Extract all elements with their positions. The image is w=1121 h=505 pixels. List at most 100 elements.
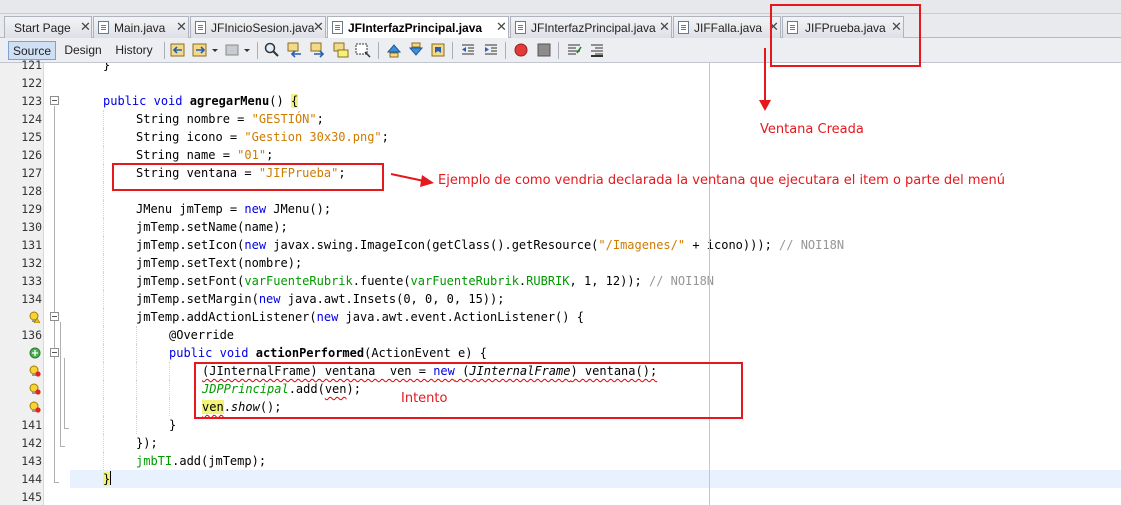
line-number: 127	[21, 166, 42, 180]
find-previous-icon[interactable]	[287, 42, 303, 58]
line-number: 144	[21, 472, 42, 486]
line-number: 141	[21, 418, 42, 432]
error-bulb-icon[interactable]	[29, 401, 41, 413]
tab-start-page[interactable]: Start Page ✕	[4, 16, 92, 38]
line-number: 125	[21, 130, 42, 144]
error-bulb-icon[interactable]	[29, 365, 41, 377]
chevron-down-icon[interactable]	[242, 42, 252, 58]
fold-column	[44, 63, 70, 505]
annotation-box-intento	[194, 362, 743, 419]
code-line-current: }	[70, 470, 1121, 488]
history-tab[interactable]: History	[110, 41, 158, 60]
tab-jfinterfazprincipal[interactable]: JFInterfazPrincipal.java ✕	[510, 16, 672, 38]
tab-jfiniciosesion[interactable]: JFInicioSesion.java ✕	[190, 16, 326, 38]
fold-toggle-icon[interactable]	[50, 96, 59, 105]
java-file-icon	[332, 21, 343, 34]
annotation-ventana-creada: Ventana Creada	[760, 122, 864, 137]
tab-label: Main.java	[114, 21, 166, 35]
code-line: jmTemp.addActionListener(new java.awt.ev…	[70, 308, 1121, 326]
code-line: jmTemp.setText(nombre);	[70, 254, 1121, 272]
fold-toggle-icon[interactable]	[50, 312, 59, 321]
java-file-icon	[678, 21, 689, 34]
toggle-bookmark-icon[interactable]	[430, 42, 446, 58]
toolbar-separator	[558, 42, 559, 59]
line-number: 129	[21, 202, 42, 216]
override-icon[interactable]	[29, 347, 41, 359]
find-selection-icon[interactable]	[264, 42, 280, 58]
code-line: public void actionPerformed(ActionEvent …	[70, 344, 1121, 362]
code-line: jmTemp.setFont(varFuenteRubrik.fuente(va…	[70, 272, 1121, 290]
toolbar-separator	[257, 42, 258, 59]
code-line: jmbTI.add(jmTemp);	[70, 452, 1121, 470]
shift-right-icon[interactable]	[483, 42, 499, 58]
line-number: 134	[21, 292, 42, 306]
toggle-rectangular-selection-icon[interactable]	[355, 42, 371, 58]
uncomment-icon[interactable]	[589, 42, 605, 58]
line-number: 131	[21, 238, 42, 252]
design-tab[interactable]: Design	[60, 41, 106, 60]
code-line: public void agregarMenu() {	[103, 94, 299, 108]
code-line: String nombre = "GESTIÓN";	[70, 110, 1121, 128]
code-line: String icono = "Gestion 30x30.png";	[70, 128, 1121, 146]
line-number: 128	[21, 184, 42, 198]
close-icon[interactable]: ✕	[313, 19, 324, 35]
find-next-icon[interactable]	[310, 42, 326, 58]
line-number: 132	[21, 256, 42, 270]
fold-line	[54, 106, 55, 482]
tab-jiffalla[interactable]: JIFFalla.java ✕	[673, 16, 781, 38]
close-icon[interactable]: ✕	[496, 19, 507, 35]
toolbar-separator	[452, 42, 453, 59]
fold-line	[64, 358, 65, 428]
close-icon[interactable]: ✕	[176, 19, 187, 35]
annotation-box-tab	[770, 4, 921, 67]
warning-bulb-icon[interactable]	[29, 311, 41, 323]
toolbar-separator	[164, 42, 165, 59]
code-line: jmTemp.setName(name);	[70, 218, 1121, 236]
java-file-icon	[98, 21, 109, 34]
code-line: });	[70, 434, 1121, 452]
main-toolbar-strip	[0, 0, 1121, 14]
shift-left-icon[interactable]	[460, 42, 476, 58]
tab-jfinterfazprincipal-active[interactable]: JFInterfazPrincipal.java ✕	[327, 16, 509, 39]
tab-label: JFInterfazPrincipal.java	[348, 21, 483, 35]
chevron-down-icon[interactable]	[210, 42, 220, 58]
editor-toolbar: Source Design History	[0, 38, 1121, 63]
tab-label: Start Page	[14, 21, 71, 35]
tab-main-java[interactable]: Main.java ✕	[93, 16, 189, 38]
start-macro-icon[interactable]	[513, 42, 529, 58]
comment-icon[interactable]	[566, 42, 582, 58]
fold-line	[60, 446, 65, 447]
line-number: 124	[21, 112, 42, 126]
annotation-intento: Intento	[401, 391, 448, 406]
code-line: JMenu jmTemp = new JMenu();	[70, 200, 1121, 218]
line-number: 136	[21, 328, 42, 342]
fold-line	[54, 482, 59, 483]
last-edit-icon[interactable]	[224, 42, 240, 58]
close-icon[interactable]: ✕	[80, 19, 91, 35]
error-bulb-icon[interactable]	[29, 383, 41, 395]
annotation-box-ventana	[112, 163, 384, 191]
line-number: 142	[21, 436, 42, 450]
code-line: @Override	[70, 326, 1121, 344]
tab-label: JFInterfazPrincipal.java	[531, 21, 656, 35]
right-margin-guide	[709, 63, 710, 505]
text-caret	[110, 471, 112, 485]
code-editor[interactable]: } public void agregarMenu() { String nom…	[70, 63, 1121, 505]
editor-tab-bar: Start Page ✕ Main.java ✕ JFInicioSesion.…	[0, 14, 1121, 39]
stop-macro-icon[interactable]	[536, 42, 552, 58]
next-bookmark-icon[interactable]	[408, 42, 424, 58]
fold-line	[64, 428, 69, 429]
line-number: 143	[21, 454, 42, 468]
back-icon[interactable]	[170, 42, 186, 58]
previous-bookmark-icon[interactable]	[386, 42, 402, 58]
code-line: jmTemp.setIcon(new javax.swing.ImageIcon…	[70, 236, 1121, 254]
forward-icon[interactable]	[192, 42, 208, 58]
fold-toggle-icon[interactable]	[50, 348, 59, 357]
toggle-highlight-icon[interactable]	[333, 42, 349, 58]
code-line: }	[103, 63, 111, 72]
line-number: 123	[21, 94, 42, 108]
line-number: 126	[21, 148, 42, 162]
tab-label: JFInicioSesion.java	[211, 21, 315, 35]
close-icon[interactable]: ✕	[659, 19, 670, 35]
